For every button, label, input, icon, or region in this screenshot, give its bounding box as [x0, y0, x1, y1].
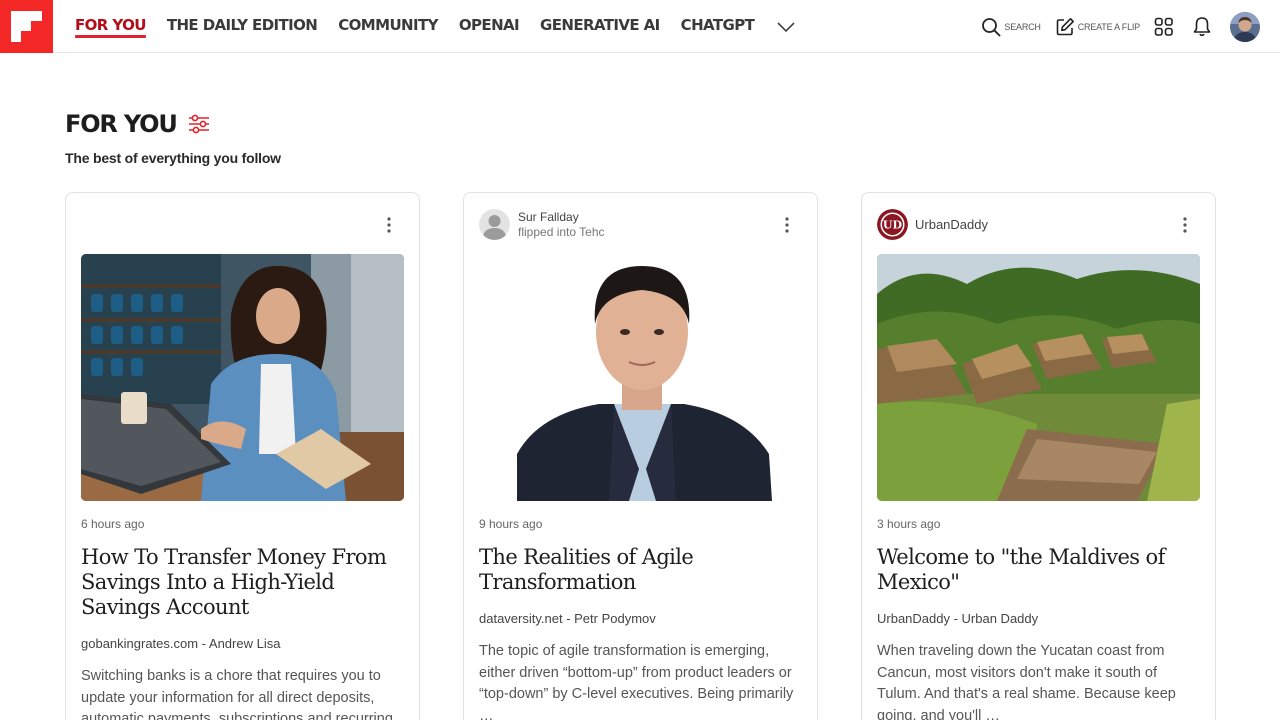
page-title: FOR YOU — [65, 110, 178, 138]
customize-feed-button[interactable] — [187, 112, 211, 136]
more-options-icon[interactable] — [1181, 216, 1189, 234]
flipboard-logo-icon — [11, 11, 42, 42]
bell-icon — [1193, 16, 1211, 36]
published-time: 9 hours ago — [479, 517, 543, 531]
search-button[interactable]: SEARCH — [981, 17, 1041, 37]
article-excerpt: The topic of agile transformation is eme… — [479, 643, 794, 720]
profile-photo — [1230, 11, 1260, 42]
notifications-button[interactable] — [1192, 16, 1212, 38]
article-image[interactable] — [81, 254, 404, 501]
more-options-icon[interactable] — [385, 216, 393, 234]
article-excerpt: Switching banks is a chore that requires… — [81, 668, 393, 720]
sliders-icon — [188, 114, 209, 134]
publisher-logo[interactable]: UD — [877, 209, 908, 240]
create-a-flip-label: CREATE A FLIP — [1077, 21, 1140, 32]
woman-laptop-photo — [81, 254, 404, 501]
published-time: 3 hours ago — [877, 517, 941, 531]
page-header: FOR YOU The best of everything you follo… — [65, 110, 281, 166]
edit-icon — [1056, 17, 1074, 35]
flip-attribution: Sur Fallday flipped into Tehc — [479, 209, 605, 240]
header-tools: SEARCH CREATE A FLIP — [981, 0, 1260, 53]
article-source[interactable]: gobankingrates.com - Andrew Lisa — [81, 636, 280, 651]
article-card[interactable]: UD UrbanDaddy 3 hours ago Welcome to "th… — [861, 192, 1216, 720]
tab-generative-ai[interactable]: GENERATIVE AI — [540, 0, 660, 53]
article-source[interactable]: dataversity.net - Petr Podymov — [479, 611, 656, 626]
search-icon — [982, 17, 1001, 36]
svg-text:UD: UD — [883, 219, 903, 232]
resort-huts-photo — [877, 254, 1200, 501]
topic-tabs: FOR YOU THE DAILY EDITION COMMUNITY OPEN… — [75, 0, 797, 53]
flipped-into-magazine[interactable]: flipped into Tehc — [518, 225, 605, 240]
flipper-name[interactable]: Sur Fallday — [518, 210, 605, 225]
tab-chatgpt[interactable]: CHATGPT — [681, 0, 755, 53]
top-navigation-bar: FOR YOU THE DAILY EDITION COMMUNITY OPEN… — [0, 0, 1280, 53]
article-title[interactable]: Welcome to "the Maldives of Mexico" — [877, 545, 1197, 595]
more-options-icon[interactable] — [783, 216, 791, 234]
article-image[interactable] — [877, 254, 1200, 501]
default-avatar-icon[interactable] — [479, 209, 510, 240]
tab-openai[interactable]: OPENAI — [459, 0, 520, 53]
article-image[interactable] — [479, 254, 802, 501]
article-card[interactable]: Sur Fallday flipped into Tehc 9 hours ag… — [463, 192, 818, 720]
tab-the-daily-edition[interactable]: THE DAILY EDITION — [167, 0, 318, 53]
tab-community[interactable]: COMMUNITY — [338, 0, 438, 53]
article-title[interactable]: How To Transfer Money From Savings Into … — [81, 545, 401, 620]
article-source[interactable]: UrbanDaddy - Urban Daddy — [877, 611, 1038, 626]
create-a-flip-button[interactable]: CREATE A FLIP — [1055, 17, 1140, 37]
publisher-name[interactable]: UrbanDaddy — [915, 217, 988, 232]
user-avatar[interactable] — [1230, 11, 1260, 42]
article-title[interactable]: The Realities of Agile Transformation — [479, 545, 799, 595]
apps-button[interactable] — [1154, 17, 1174, 37]
article-card[interactable]: 6 hours ago How To Transfer Money From S… — [65, 192, 420, 720]
published-time: 6 hours ago — [81, 517, 145, 531]
article-excerpt: When traveling down the Yucatan coast fr… — [877, 643, 1176, 720]
tab-for-you[interactable]: FOR YOU — [75, 0, 146, 53]
portrait-photo — [479, 254, 802, 501]
flipboard-logo[interactable] — [0, 0, 53, 53]
page-subtitle: The best of everything you follow — [65, 150, 281, 166]
chevron-down-icon — [777, 21, 795, 32]
publisher-attribution: UD UrbanDaddy — [877, 209, 988, 240]
search-label: SEARCH — [1004, 21, 1041, 32]
more-tabs-button[interactable] — [775, 0, 797, 53]
grid-icon — [1154, 17, 1173, 36]
